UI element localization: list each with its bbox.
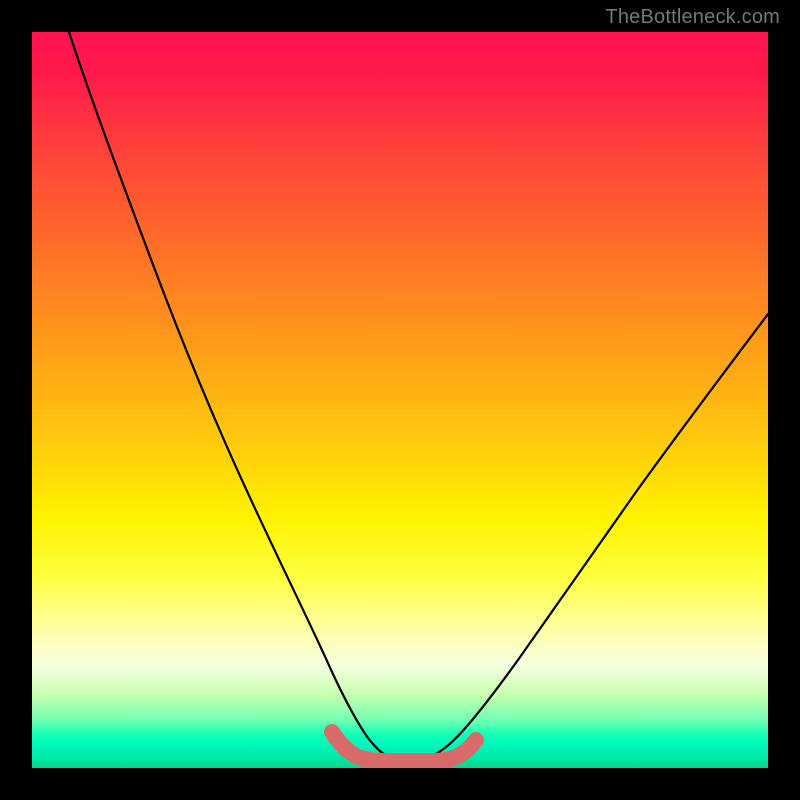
bottleneck-curve [69,32,768,756]
watermark-text: TheBottleneck.com [605,6,780,29]
curve-svg [32,32,768,768]
plot-area [32,32,768,768]
highlight-band [332,732,476,761]
chart-frame: TheBottleneck.com [0,0,800,800]
